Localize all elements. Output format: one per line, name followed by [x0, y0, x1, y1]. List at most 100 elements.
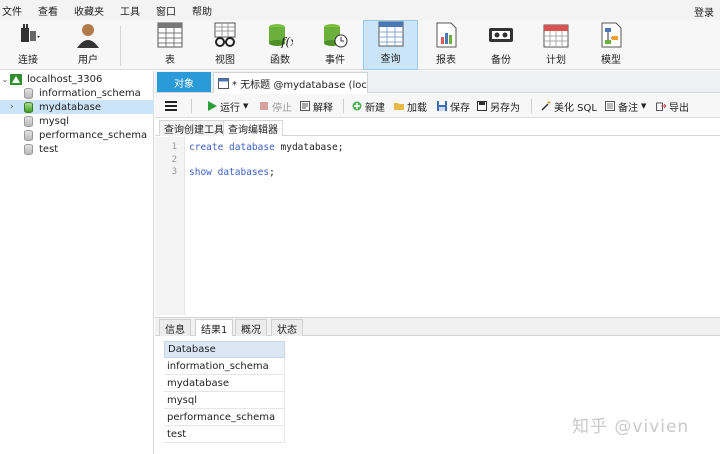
new-label: 新建 [365, 102, 385, 114]
event-icon [322, 22, 348, 48]
menu-icon[interactable] [165, 99, 177, 113]
connect-button[interactable]: 连接 [8, 20, 48, 70]
function-button[interactable]: f(x) 函数 [260, 20, 302, 70]
query-label: 查询 [380, 54, 401, 65]
menu-window[interactable]: 窗口 [156, 3, 186, 18]
backup-button[interactable]: 备份 [481, 20, 521, 70]
stop-icon [259, 101, 269, 111]
chevron-down-icon[interactable]: ▼ [641, 102, 646, 110]
report-button[interactable]: 报表 [426, 20, 466, 70]
export-icon [656, 101, 667, 111]
tree-db-mysql[interactable]: mysql [0, 114, 154, 128]
result-tabs: 信息 结果1 概况 状态 [155, 317, 720, 336]
backup-icon [488, 22, 514, 48]
save-label: 保存 [450, 102, 470, 114]
sql-editor[interactable]: 1 2 3 create database mydatabase; show d… [155, 137, 720, 315]
model-button[interactable]: 模型 [591, 20, 631, 70]
report-label: 报表 [436, 55, 456, 66]
schedule-button[interactable]: 计划 [536, 20, 576, 70]
sql-text: ; [269, 167, 275, 178]
run-button[interactable]: 运行 ▼ [207, 99, 248, 114]
svg-text:f(x): f(x) [280, 35, 293, 48]
table-row[interactable]: performance_schema [164, 409, 285, 426]
table-row[interactable]: mysql [164, 392, 285, 409]
explain-button[interactable]: 解释 [300, 99, 333, 114]
database-icon [24, 129, 33, 141]
new-button[interactable]: 新建 [352, 99, 385, 114]
db-label: performance_schema [39, 129, 148, 141]
tree-db-performance-schema[interactable]: performance_schema [0, 128, 154, 142]
menu-tools[interactable]: 工具 [120, 3, 150, 18]
model-label: 模型 [601, 55, 621, 66]
login-link[interactable]: 登录 [694, 4, 714, 19]
column-header-database[interactable]: Database [164, 341, 285, 358]
line-number: 1 [171, 142, 177, 152]
table-row[interactable]: information_schema [164, 358, 285, 375]
sql-text: mydatabase; [274, 142, 344, 153]
code-line: create database mydatabase; [189, 142, 343, 153]
load-label: 加载 [407, 102, 427, 114]
tree-db-information-schema[interactable]: information_schema [0, 86, 154, 100]
tab-result1[interactable]: 结果1 [195, 319, 234, 336]
query-tab-icon [218, 77, 229, 89]
new-query-icon [352, 101, 362, 111]
line-number: 2 [171, 155, 177, 165]
menu-help[interactable]: 帮助 [192, 3, 222, 18]
tab-status[interactable]: 状态 [271, 319, 303, 336]
connect-label: 连接 [18, 55, 38, 66]
main-toolbar: 连接 用户 表 视图 f(x) 函数 事件 查询 [0, 20, 720, 70]
tree-connection[interactable]: ⌄ localhost_3306 [0, 72, 154, 86]
menu-favorites[interactable]: 收藏夹 [74, 3, 114, 18]
comment-icon [605, 101, 615, 111]
chevron-right-icon[interactable]: › [10, 102, 24, 112]
connection-tree: ⌄ localhost_3306 information_schema › my… [0, 71, 154, 454]
database-icon [24, 87, 33, 99]
query-icon [378, 21, 404, 47]
table-button[interactable]: 表 [150, 20, 190, 70]
comment-button[interactable]: 备注 ▼ [605, 99, 646, 114]
table-label: 表 [165, 55, 175, 66]
tab-query-untitled[interactable]: * 无标题 @mydatabase (loc... [213, 72, 368, 93]
cell-value: test [167, 428, 187, 440]
stop-button[interactable]: 停止 [259, 99, 292, 114]
export-button[interactable]: 导出 [656, 99, 689, 114]
toolbar-separator [120, 26, 121, 66]
query-tab-label: * 无标题 @mydatabase (loc... [232, 79, 368, 91]
save-button[interactable]: 保存 [437, 99, 470, 114]
db-label: information_schema [39, 87, 141, 99]
event-label: 事件 [325, 55, 345, 66]
tab-info[interactable]: 信息 [159, 319, 191, 336]
tree-db-test[interactable]: test [0, 142, 154, 156]
table-row[interactable]: test [164, 426, 285, 443]
database-open-icon [24, 101, 33, 113]
save-as-label: 另存为 [490, 102, 520, 114]
table-icon [157, 22, 183, 48]
function-label: 函数 [270, 55, 290, 66]
play-icon [207, 101, 217, 111]
tab-objects[interactable]: 对象 [157, 72, 211, 92]
backup-label: 备份 [491, 55, 511, 66]
table-row[interactable]: mydatabase [164, 375, 285, 392]
menu-file[interactable]: 文件 [2, 3, 32, 18]
chevron-down-icon[interactable]: ⌄ [0, 75, 10, 84]
explain-icon [300, 101, 310, 111]
comment-label: 备注 [618, 102, 638, 114]
save-as-button[interactable]: 另存为 [477, 99, 520, 114]
query-button[interactable]: 查询 [363, 20, 418, 70]
cell-value: mydatabase [167, 377, 230, 389]
event-button[interactable]: 事件 [315, 20, 355, 70]
tab-profile[interactable]: 概况 [235, 319, 267, 336]
tab-query-editor[interactable]: 查询编辑器 [223, 120, 283, 136]
chevron-down-icon[interactable]: ▼ [243, 102, 248, 110]
menu-view[interactable]: 查看 [38, 3, 68, 18]
user-button[interactable]: 用户 [68, 20, 108, 70]
tree-db-mydatabase[interactable]: › mydatabase [0, 100, 154, 114]
tab-query-builder[interactable]: 查询创建工具 [159, 120, 229, 136]
load-button[interactable]: 加载 [394, 99, 427, 114]
beautify-sql-button[interactable]: 美化 SQL [541, 99, 597, 114]
view-button[interactable]: 视图 [205, 20, 245, 70]
user-label: 用户 [78, 55, 98, 66]
function-icon: f(x) [267, 22, 302, 49]
user-icon [75, 22, 101, 48]
database-icon [24, 143, 33, 155]
